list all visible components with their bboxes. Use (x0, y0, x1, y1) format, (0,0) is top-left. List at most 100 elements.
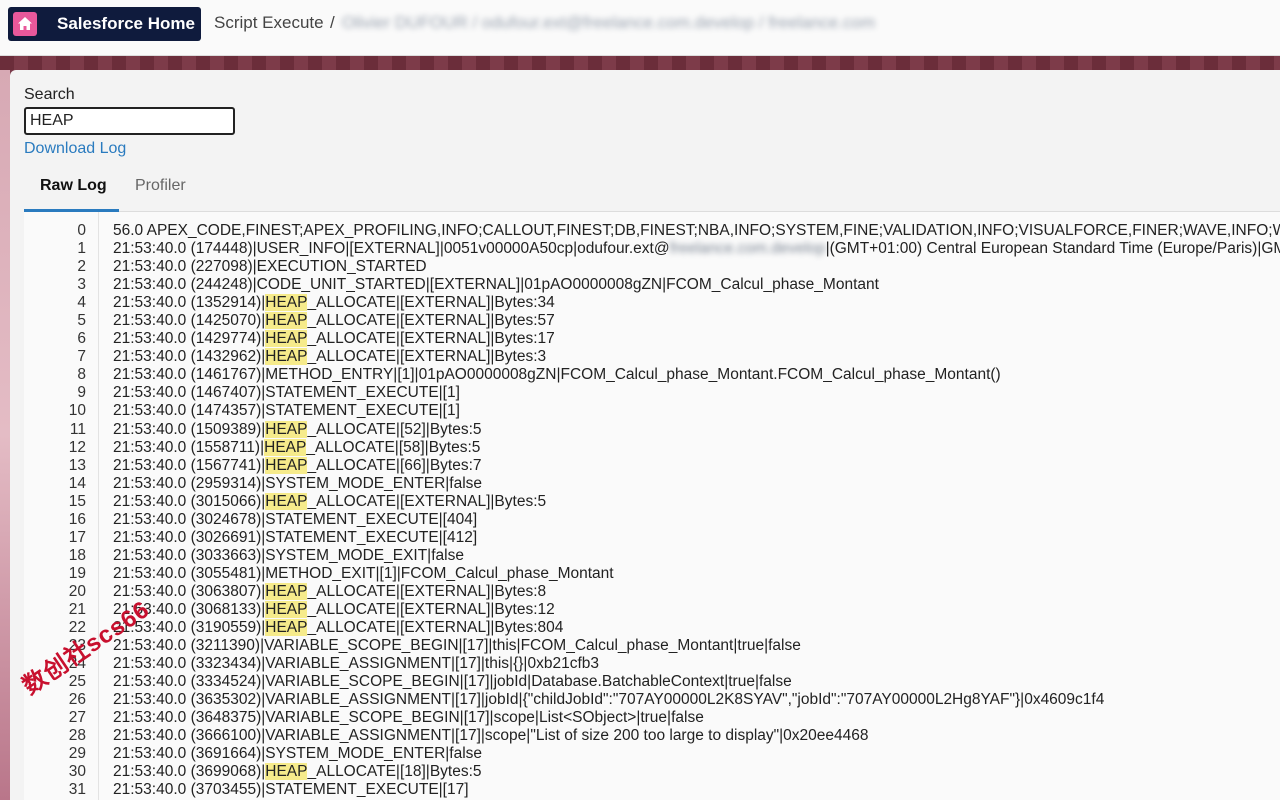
log-text-segment: 21:53:40.0 (2959314)|SYSTEM_MODE_ENTER|f… (113, 475, 482, 492)
log-line: 1121:53:40.0 (1509389)|HEAP_ALLOCATE|[52… (24, 421, 1280, 439)
line-number: 19 (24, 565, 86, 583)
log-text-segment: 21:53:40.0 (3033663)|SYSTEM_MODE_EXIT|fa… (113, 547, 464, 564)
log-line: 2321:53:40.0 (3211390)|VARIABLE_SCOPE_BE… (24, 637, 1280, 655)
line-number: 0 (24, 222, 86, 240)
search-match-highlight: HEAP (265, 583, 307, 600)
log-text-segment: _ALLOCATE|[EXTERNAL]|Bytes:17 (307, 330, 554, 347)
log-line: 1021:53:40.0 (1474357)|STATEMENT_EXECUTE… (24, 402, 1280, 420)
line-number: 2 (24, 258, 86, 276)
search-match-highlight: HEAP (265, 348, 307, 365)
log-line-text: 56.0 APEX_CODE,FINEST;APEX_PROFILING,INF… (113, 222, 1280, 240)
home-label: Salesforce Home (57, 14, 195, 34)
log-text-segment: _ALLOCATE|[18]|Bytes:5 (307, 763, 481, 780)
log-line: 2421:53:40.0 (3323434)|VARIABLE_ASSIGNME… (24, 655, 1280, 673)
line-number: 14 (24, 475, 86, 493)
log-line-text: 21:53:40.0 (3068133)|HEAP_ALLOCATE|[EXTE… (113, 601, 555, 619)
log-text-segment: 21:53:40.0 (1425070)| (113, 312, 265, 329)
log-line-text: 21:53:40.0 (1432962)|HEAP_ALLOCATE|[EXTE… (113, 348, 546, 366)
log-text-segment: 21:53:40.0 (3026691)|STATEMENT_EXECUTE|[… (113, 529, 477, 546)
log-text-segment: 21:53:40.0 (3015066)| (113, 493, 265, 510)
line-number: 3 (24, 276, 86, 294)
log-text-segment: 21:53:40.0 (3334524)|VARIABLE_SCOPE_BEGI… (113, 673, 792, 690)
breadcrumb-user-org[interactable]: Olivier DUFOUR / odufour.ext@freelance.c… (342, 13, 875, 33)
redacted-text: freelance.com.develop (670, 240, 826, 257)
log-line: 921:53:40.0 (1467407)|STATEMENT_EXECUTE|… (24, 384, 1280, 402)
log-line: 3 21:53:40.0 (244248)|CODE_UNIT_STARTED|[… (24, 276, 1280, 294)
tab-profiler[interactable]: Profiler (135, 177, 186, 195)
log-line: 2521:53:40.0 (3334524)|VARIABLE_SCOPE_BE… (24, 673, 1280, 691)
line-number: 8 (24, 366, 86, 384)
log-line-text: 21:53:40.0 (1467407)|STATEMENT_EXECUTE|[… (113, 384, 460, 402)
log-line-text: 21:53:40.0 (3026691)|STATEMENT_EXECUTE|[… (113, 529, 477, 547)
log-line: 521:53:40.0 (1425070)|HEAP_ALLOCATE|[EXT… (24, 312, 1280, 330)
log-line: 2621:53:40.0 (3635302)|VARIABLE_ASSIGNME… (24, 691, 1280, 709)
log-text-segment: 21:53:40.0 (3024678)|STATEMENT_EXECUTE|[… (113, 511, 477, 528)
log-line-text: 21:53:40.0 (3055481)|METHOD_EXIT|[1]|FCO… (113, 565, 614, 583)
log-line: 2821:53:40.0 (3666100)|VARIABLE_ASSIGNME… (24, 727, 1280, 745)
log-text-segment: 21:53:40.0 (1461767)|METHOD_ENTRY|[1]|01… (113, 366, 1001, 383)
log-text-segment: 21:53:40.0 (3323434)|VARIABLE_ASSIGNMENT… (113, 655, 599, 672)
breadcrumb-separator: / (330, 13, 335, 33)
log-line-text: 21:53:40.0 (3666100)|VARIABLE_ASSIGNMENT… (113, 727, 869, 745)
log-text-segment: 21:53:40.0 (3666100)|VARIABLE_ASSIGNMENT… (113, 727, 869, 744)
tab-raw-log[interactable]: Raw Log (40, 177, 107, 195)
log-line-text: 21:53:40.0 (3211390)|VARIABLE_SCOPE_BEGI… (113, 637, 801, 655)
search-match-highlight: HEAP (264, 439, 306, 456)
line-number: 15 (24, 493, 86, 511)
log-line-text: 21:53:40.0 (1461767)|METHOD_ENTRY|[1]|01… (113, 366, 1001, 384)
log-line-text: 21:53:40.0 (174448)|USER_INFO|[EXTERNAL]… (113, 240, 1280, 258)
log-line: 2921:53:40.0 (3691664)|SYSTEM_MODE_ENTER… (24, 745, 1280, 763)
log-lines: 0 56.0 APEX_CODE,FINEST;APEX_PROFILING,IN… (24, 222, 1280, 800)
log-text-segment: _ALLOCATE|[EXTERNAL]|Bytes:34 (307, 294, 554, 311)
log-line-text: 21:53:40.0 (3063807)|HEAP_ALLOCATE|[EXTE… (113, 583, 546, 601)
log-line: 1821:53:40.0 (3033663)|SYSTEM_MODE_EXIT|… (24, 547, 1280, 565)
line-number: 12 (24, 439, 86, 457)
log-line-text: 21:53:40.0 (1352914)|HEAP_ALLOCATE|[EXTE… (113, 294, 555, 312)
log-text-segment: _ALLOCATE|[EXTERNAL]|Bytes:5 (307, 493, 546, 510)
log-line: 2221:53:40.0 (3190559)|HEAP_ALLOCATE|[EX… (24, 619, 1280, 637)
line-number: 7 (24, 348, 86, 366)
search-match-highlight: HEAP (265, 601, 307, 618)
log-line: 621:53:40.0 (1429774)|HEAP_ALLOCATE|[EXT… (24, 330, 1280, 348)
log-line-text: 21:53:40.0 (244248)|CODE_UNIT_STARTED|[E… (113, 276, 879, 294)
log-line: 2 21:53:40.0 (227098)|EXECUTION_STARTED (24, 258, 1280, 276)
log-text-segment: 21:53:40.0 (3703455)|STATEMENT_EXECUTE|[… (113, 781, 469, 798)
log-line-text: 21:53:40.0 (3635302)|VARIABLE_ASSIGNMENT… (113, 691, 1104, 709)
line-number: 11 (24, 421, 86, 439)
log-line-text: 21:53:40.0 (3033663)|SYSTEM_MODE_EXIT|fa… (113, 547, 464, 565)
search-match-highlight: HEAP (265, 457, 307, 474)
log-text-segment: 21:53:40.0 (227098)|EXECUTION_STARTED (113, 258, 427, 275)
log-text-segment: 21:53:40.0 (3699068)| (113, 763, 265, 780)
salesforce-home-button[interactable]: Salesforce Home (8, 7, 201, 41)
background-stripe (0, 56, 1280, 70)
log-text-segment: 21:53:40.0 (1429774)| (113, 330, 265, 347)
line-number: 27 (24, 709, 86, 727)
log-line-text: 21:53:40.0 (3691664)|SYSTEM_MODE_ENTER|f… (113, 745, 482, 763)
search-match-highlight: HEAP (265, 294, 307, 311)
log-text-segment: 21:53:40.0 (1352914)| (113, 294, 265, 311)
log-line: 8 21:53:40.0 (1461767)|METHOD_ENTRY|[1]|0… (24, 366, 1280, 384)
raw-log-viewer[interactable]: 0 56.0 APEX_CODE,FINEST;APEX_PROFILING,IN… (24, 212, 1280, 800)
log-line: 1321:53:40.0 (1567741)|HEAP_ALLOCATE|[66… (24, 457, 1280, 475)
log-tabs: Raw Log Profiler (24, 167, 1280, 212)
log-line-text: 21:53:40.0 (3190559)|HEAP_ALLOCATE|[EXTE… (113, 619, 563, 637)
search-input[interactable] (24, 107, 235, 135)
log-line-text: 21:53:40.0 (227098)|EXECUTION_STARTED (113, 258, 427, 276)
log-text-segment: _ALLOCATE|[52]|Bytes:5 (307, 421, 481, 438)
log-line: 14 21:53:40.0 (2959314)|SYSTEM_MODE_ENTER… (24, 475, 1280, 493)
search-match-highlight: HEAP (265, 763, 307, 780)
line-number: 13 (24, 457, 86, 475)
log-text-segment: |(GMT+01:00) Central European Standard T… (826, 240, 1280, 257)
log-line: 121:53:40.0 (174448)|USER_INFO|[EXTERNAL… (24, 240, 1280, 258)
log-line: 2721:53:40.0 (3648375)|VARIABLE_SCOPE_BE… (24, 709, 1280, 727)
log-text-segment: 21:53:40.0 (244248)|CODE_UNIT_STARTED|[E… (113, 276, 879, 293)
line-number: 30 (24, 763, 86, 781)
background-left-edge (0, 70, 10, 800)
search-match-highlight: HEAP (265, 619, 307, 636)
breadcrumb-script-execute[interactable]: Script Execute (214, 13, 324, 33)
log-line: 19 21:53:40.0 (3055481)|METHOD_EXIT|[1]|F… (24, 565, 1280, 583)
log-line: 30 21:53:40.0 (3699068)|HEAP_ALLOCATE|[18… (24, 763, 1280, 781)
log-text-segment: 21:53:40.0 (3635302)|VARIABLE_ASSIGNMENT… (113, 691, 1104, 708)
download-log-link[interactable]: Download Log (24, 140, 126, 158)
script-execute-panel: Search Download Log Raw Log Profiler 056… (10, 70, 1280, 800)
